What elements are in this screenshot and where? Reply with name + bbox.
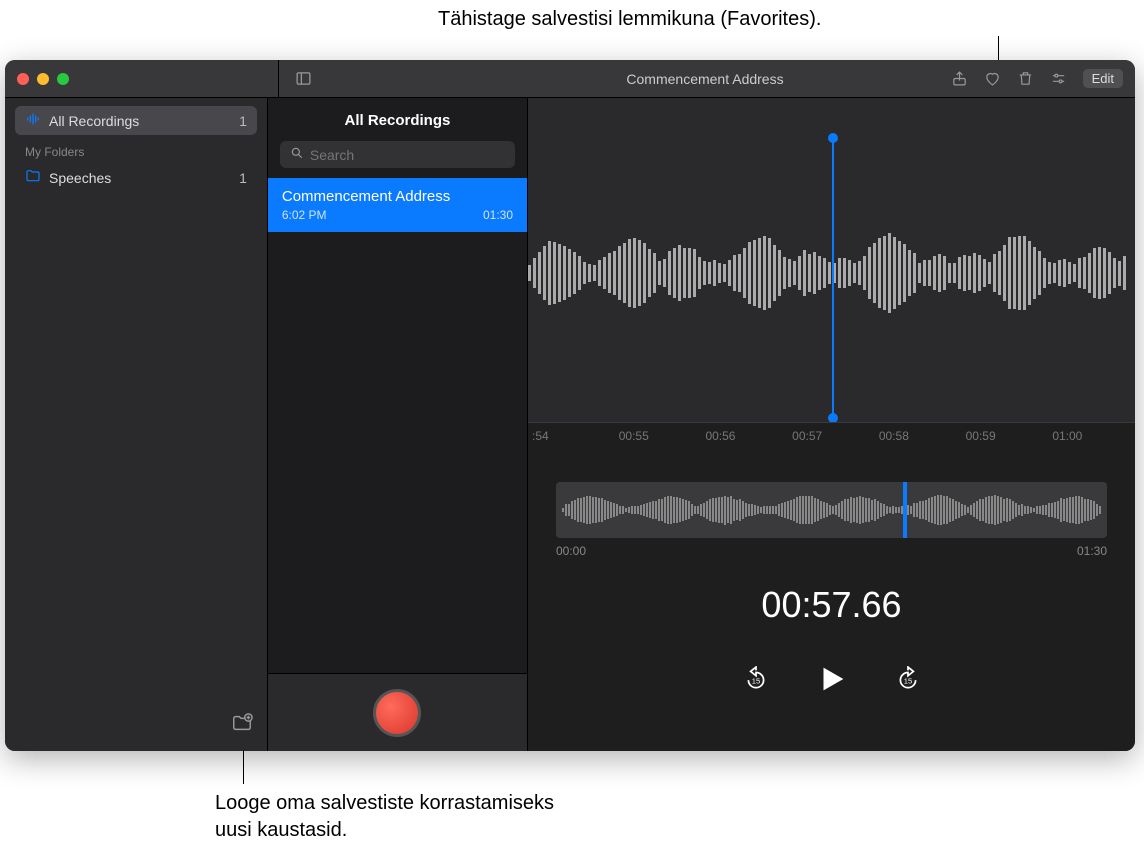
- recording-duration: 01:30: [483, 208, 513, 222]
- sidebar-item-count: 1: [239, 113, 247, 129]
- overview-start: 00:00: [556, 544, 586, 558]
- maximize-button[interactable]: [57, 73, 69, 85]
- svg-text:15: 15: [903, 676, 911, 685]
- window-controls: [17, 73, 69, 85]
- time-ruler: :54 00:55 00:56 00:57 00:58 00:59 01:00: [528, 422, 1135, 448]
- waveform-overview[interactable]: 00:00 01:30: [556, 482, 1107, 558]
- recordings-list: All Recordings Commencement Address 6:02…: [268, 98, 528, 751]
- ruler-tick: 00:55: [615, 429, 702, 443]
- recording-time: 6:02 PM: [282, 208, 327, 222]
- overview-end: 01:30: [1077, 544, 1107, 558]
- detail-pane: :54 00:55 00:56 00:57 00:58 00:59 01:00 …: [528, 98, 1135, 751]
- svg-text:15: 15: [751, 676, 759, 685]
- sidebar-item-label: All Recordings: [49, 113, 139, 129]
- callout-favorites: Tähistage salvestisi lemmikuna (Favorite…: [438, 8, 821, 31]
- overview-playhead[interactable]: [903, 482, 907, 538]
- titlebar-separator: [278, 60, 279, 97]
- playback-controls: 15 15: [528, 662, 1135, 696]
- recording-meta: 6:02 PM 01:30: [282, 208, 513, 222]
- callout-new-folder: Looge oma salvestiste korrastamiseks uus…: [215, 790, 554, 844]
- callout-line: [998, 36, 999, 61]
- sidebar-item-count: 1: [239, 170, 247, 186]
- record-button[interactable]: [373, 689, 421, 737]
- settings-sliders-icon[interactable]: [1050, 70, 1067, 87]
- sidebar-item-all-recordings[interactable]: All Recordings 1: [15, 106, 257, 135]
- list-title: All Recordings: [268, 98, 527, 141]
- playhead[interactable]: [832, 138, 834, 418]
- toolbar-right: Edit: [951, 69, 1123, 88]
- sidebar-toggle-icon[interactable]: [295, 70, 312, 87]
- favorite-icon[interactable]: [984, 70, 1001, 87]
- waveform-main[interactable]: :54 00:55 00:56 00:57 00:58 00:59 01:00: [528, 98, 1135, 448]
- close-button[interactable]: [17, 73, 29, 85]
- share-icon[interactable]: [951, 70, 968, 87]
- app-window: Commencement Address Edit All Record: [5, 60, 1135, 751]
- search-input[interactable]: [280, 141, 515, 168]
- window-body: All Recordings 1 My Folders Speeches 1 A…: [5, 98, 1135, 751]
- edit-button[interactable]: Edit: [1083, 69, 1123, 88]
- skip-forward-button[interactable]: 15: [895, 666, 921, 692]
- titlebar: Commencement Address Edit: [5, 60, 1135, 98]
- search-field[interactable]: [310, 147, 505, 163]
- record-button-area: [268, 673, 527, 751]
- search-icon: [290, 146, 304, 163]
- new-folder-icon[interactable]: [231, 712, 253, 739]
- play-button[interactable]: [815, 662, 849, 696]
- recording-item[interactable]: Commencement Address 6:02 PM 01:30: [268, 178, 527, 232]
- recording-name: Commencement Address: [282, 188, 513, 205]
- trash-icon[interactable]: [1017, 70, 1034, 87]
- skip-back-button[interactable]: 15: [743, 666, 769, 692]
- sidebar-item-speeches[interactable]: Speeches 1: [15, 163, 257, 192]
- folder-icon: [25, 168, 41, 187]
- ruler-tick: 00:59: [962, 429, 1049, 443]
- sidebar: All Recordings 1 My Folders Speeches 1: [5, 98, 268, 751]
- ruler-tick: 00:58: [875, 429, 962, 443]
- callout-line: [243, 750, 244, 784]
- window-title: Commencement Address: [626, 71, 783, 87]
- overview-track[interactable]: [556, 482, 1107, 538]
- sidebar-section-header: My Folders: [15, 135, 257, 163]
- ruler-tick: :54: [528, 429, 615, 443]
- overview-labels: 00:00 01:30: [556, 544, 1107, 558]
- sidebar-item-label: Speeches: [49, 170, 111, 186]
- timecode: 00:57.66: [528, 584, 1135, 626]
- ruler-tick: 00:57: [788, 429, 875, 443]
- minimize-button[interactable]: [37, 73, 49, 85]
- ruler-tick: 00:56: [701, 429, 788, 443]
- ruler-tick: 01:00: [1048, 429, 1135, 443]
- waveform-icon: [25, 111, 41, 130]
